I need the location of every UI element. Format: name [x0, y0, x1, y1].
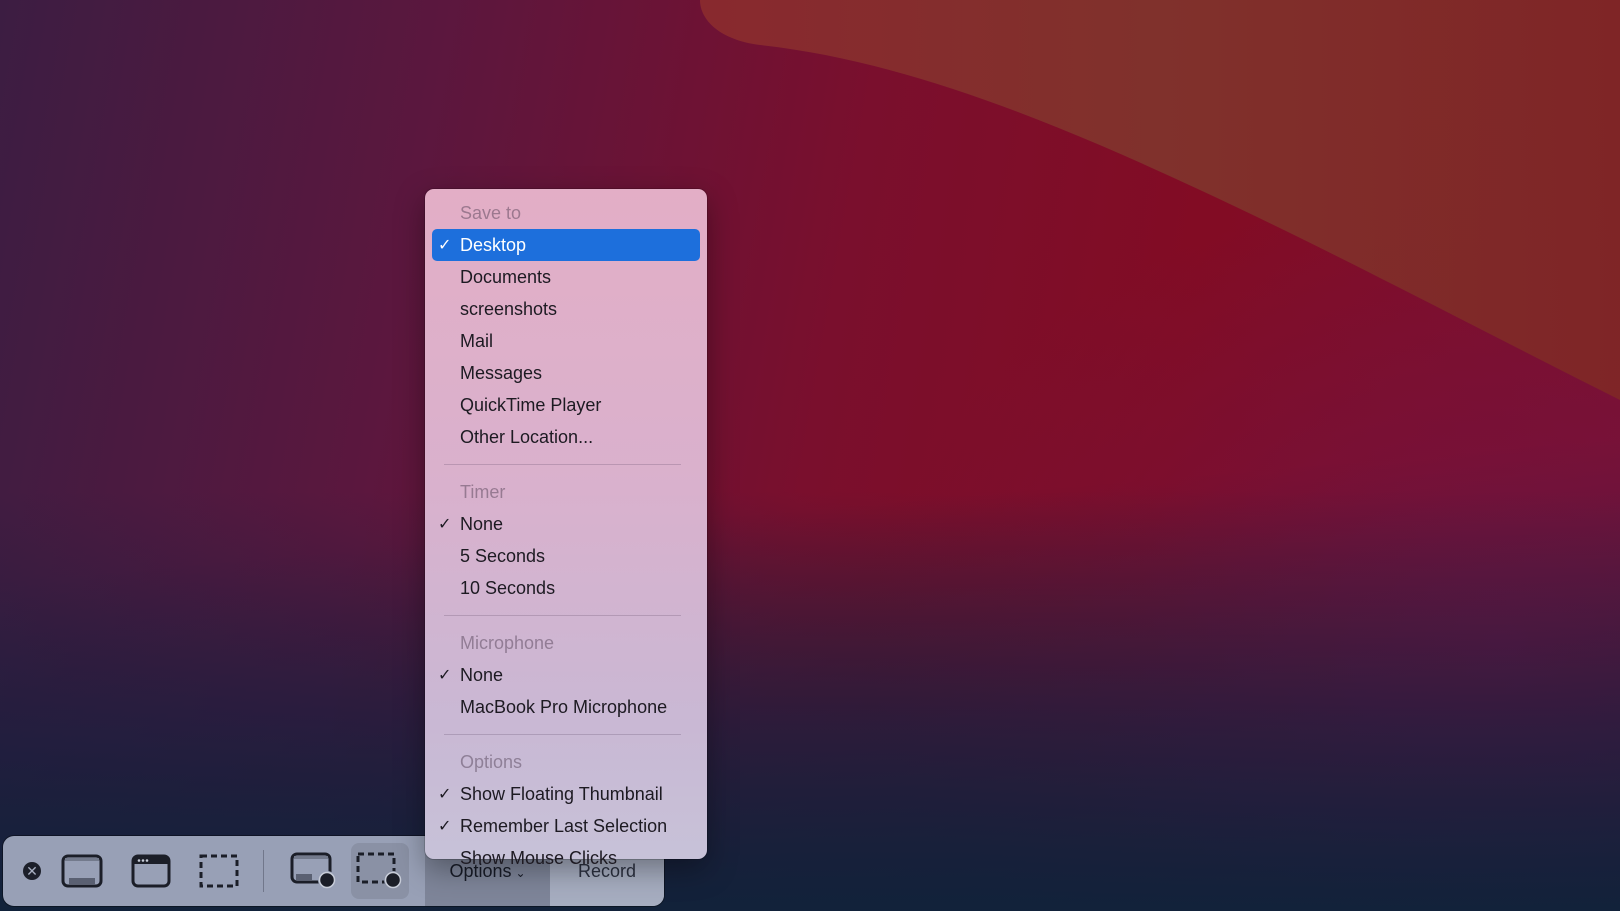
record-entire-screen-button[interactable] — [281, 836, 347, 906]
menu-item-desktop[interactable]: ✓ Desktop — [432, 229, 700, 261]
menu-item-quicktime-player[interactable]: QuickTime Player — [432, 389, 700, 421]
window-icon — [131, 854, 171, 888]
menu-item-5-seconds[interactable]: 5 Seconds — [432, 540, 700, 572]
menu-item-other-location[interactable]: Other Location... — [432, 421, 700, 453]
checkmark-icon: ✓ — [438, 516, 452, 533]
options-menu: Save to ✓ Desktop Documents screenshots … — [425, 189, 707, 868]
menu-item-documents[interactable]: Documents — [432, 261, 700, 293]
checkmark-icon: ✓ — [438, 786, 452, 803]
desktop-wallpaper — [0, 0, 1620, 911]
menu-item-remember-last-selection[interactable]: ✓ Remember Last Selection — [432, 810, 700, 842]
menu-item-10-seconds[interactable]: 10 Seconds — [432, 572, 700, 604]
capture-window-button[interactable] — [122, 836, 180, 906]
menu-item-show-floating-thumbnail[interactable]: ✓ Show Floating Thumbnail — [432, 778, 700, 810]
menu-header-microphone: Microphone — [460, 632, 555, 653]
capture-entire-screen-button[interactable] — [53, 836, 111, 906]
menu-item-screenshots[interactable]: screenshots — [432, 293, 700, 325]
menu-header-save-to: Save to — [460, 202, 522, 223]
entire-screen-icon — [61, 854, 103, 888]
menu-separator — [444, 615, 681, 616]
checkmark-icon: ✓ — [438, 237, 452, 254]
capture-selection-button[interactable] — [190, 836, 248, 906]
menu-header-options: Options — [460, 751, 523, 772]
record-selection-button[interactable] — [351, 843, 409, 899]
menu-item-macbook-pro-microphone[interactable]: MacBook Pro Microphone — [432, 691, 700, 723]
menu-item-messages[interactable]: Messages — [432, 357, 700, 389]
menu-item-mail[interactable]: Mail — [432, 325, 700, 357]
record-screen-icon — [290, 852, 336, 889]
checkmark-icon: ✓ — [438, 818, 452, 835]
toolbar-divider — [263, 850, 264, 892]
menu-separator — [444, 734, 681, 735]
record-selection-icon — [356, 852, 402, 889]
close-button[interactable]: ✕ — [17, 836, 47, 906]
close-icon: ✕ — [23, 862, 41, 880]
menu-item-microphone-none[interactable]: ✓ None — [432, 659, 700, 691]
menu-header-timer: Timer — [460, 481, 506, 502]
menu-item-show-mouse-clicks[interactable]: Show Mouse Clicks — [432, 842, 700, 874]
menu-item-timer-none[interactable]: ✓ None — [432, 508, 700, 540]
menu-separator — [444, 464, 681, 465]
selection-icon — [199, 854, 239, 888]
checkmark-icon: ✓ — [438, 667, 452, 684]
